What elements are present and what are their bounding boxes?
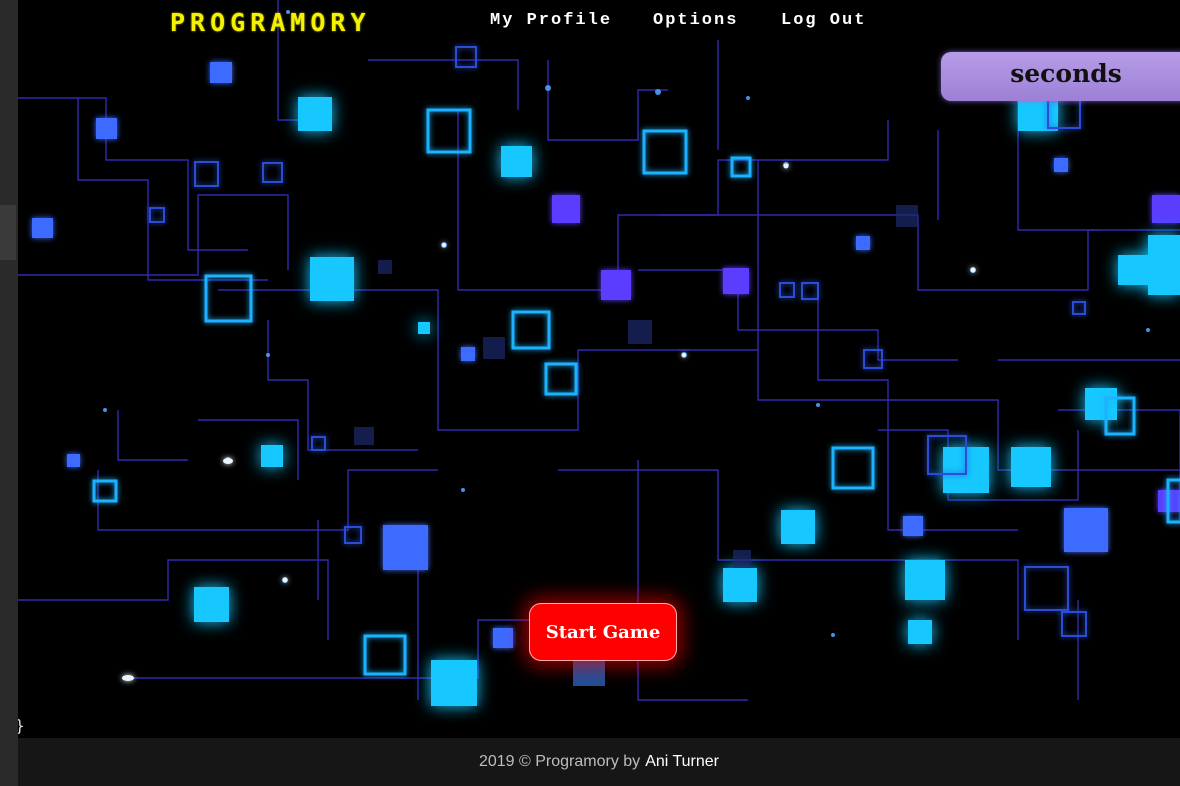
footer-author-link[interactable]: Ani Turner xyxy=(645,753,719,771)
nav-options[interactable]: Options xyxy=(653,11,738,30)
game-stage: PROGRAMORY My Profile Options Log Out se… xyxy=(18,0,1180,738)
footer-copyright: 2019 © Programory by xyxy=(478,753,641,770)
nav-my-profile[interactable]: My Profile xyxy=(490,11,612,30)
footer: 2019 © Programory by Ani Turner xyxy=(18,738,1180,786)
top-nav: PROGRAMORY My Profile Options Log Out xyxy=(18,0,1180,44)
left-gutter xyxy=(0,0,18,786)
nav-log-out[interactable]: Log Out xyxy=(781,11,866,30)
brand-logo[interactable]: PROGRAMORY xyxy=(170,8,371,37)
gutter-notch xyxy=(0,205,16,260)
stray-brace-text: } xyxy=(18,716,25,735)
timer-label: seconds xyxy=(1010,59,1122,88)
timer-panel: seconds xyxy=(941,52,1180,101)
start-game-button[interactable]: Start Game xyxy=(529,603,677,661)
